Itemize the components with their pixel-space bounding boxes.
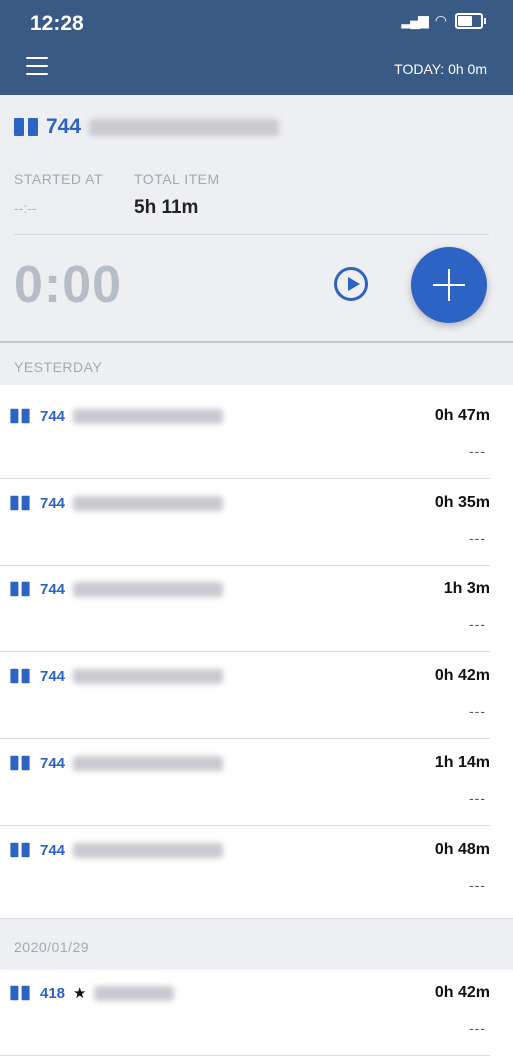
- entry-note: ---: [469, 703, 486, 719]
- book-icon: [10, 581, 30, 597]
- signal-icon: ▂▄▆: [401, 12, 428, 28]
- section-header: 2020/01/29: [0, 918, 513, 971]
- today-total: TODAY: 0h 0m: [394, 61, 487, 77]
- list-item[interactable]: 744 0h 48m ---: [0, 827, 513, 913]
- section-title: YESTERDAY: [14, 359, 103, 375]
- entry-duration: 0h 35m: [434, 494, 490, 511]
- entry-duration: 0h 47m: [434, 407, 490, 424]
- redacted-entry-name: [94, 985, 175, 1001]
- entry-number: 744: [40, 580, 66, 598]
- wifi-icon: ◠: [434, 12, 447, 28]
- play-icon[interactable]: [334, 267, 368, 301]
- timer-display: 0:00: [14, 256, 123, 314]
- started-at-label: STARTED AT: [14, 171, 104, 187]
- book-icon: [10, 668, 30, 684]
- star-icon: ★: [73, 985, 87, 1002]
- redacted-entry-name: [73, 408, 224, 424]
- total-item-label: TOTAL ITEM: [134, 171, 220, 187]
- status-time: 12:28: [30, 12, 84, 35]
- book-icon: [10, 408, 30, 424]
- entry-note: ---: [469, 443, 486, 459]
- book-icon: [10, 755, 30, 771]
- row-separator: [0, 825, 490, 826]
- entry-duration: 1h 3m: [443, 580, 490, 597]
- section-header: YESTERDAY: [0, 343, 513, 385]
- list-item[interactable]: 744 0h 42m ---: [0, 653, 513, 739]
- top-bar: 12:28 ▂▄▆ ◠ TODAY: 0h 0m: [0, 0, 513, 95]
- entry-number: 744: [40, 754, 66, 772]
- book-icon: [10, 495, 30, 511]
- divider: [14, 234, 489, 235]
- row-separator: [0, 478, 490, 479]
- entry-note: ---: [469, 530, 486, 546]
- entry-duration: 0h 42m: [434, 667, 490, 684]
- entry-number: 744: [40, 407, 66, 425]
- entry-note: ---: [469, 1020, 486, 1036]
- status-icons: ▂▄▆ ◠: [401, 12, 486, 29]
- redacted-entry-name: [73, 842, 224, 858]
- redacted-entry-name: [73, 495, 224, 511]
- hamburger-icon[interactable]: [26, 57, 48, 81]
- list-item[interactable]: 744 1h 3m ---: [0, 566, 513, 652]
- list-item[interactable]: 418 ★ 0h 42m ---: [0, 970, 513, 1056]
- row-separator: [0, 651, 490, 652]
- current-task-title[interactable]: 744: [14, 115, 280, 139]
- book-icon: [10, 985, 30, 1001]
- redacted-entry-name: [73, 581, 224, 597]
- entry-duration: 0h 48m: [434, 841, 490, 858]
- row-separator: [0, 1055, 490, 1056]
- entry-number: 418: [40, 984, 66, 1002]
- redacted-entry-name: [73, 755, 224, 771]
- entry-note: ---: [469, 790, 486, 806]
- list-item[interactable]: 744 0h 35m ---: [0, 480, 513, 566]
- entry-note: ---: [469, 877, 486, 893]
- started-at-value: --:--: [14, 200, 37, 216]
- redacted-entry-name: [73, 668, 224, 684]
- entry-number: 744: [40, 841, 66, 859]
- redacted-task-name: [89, 118, 280, 136]
- section-title: 2020/01/29: [14, 939, 90, 955]
- entry-note: ---: [469, 616, 486, 632]
- entry-number: 744: [40, 494, 66, 512]
- book-icon: [10, 842, 30, 858]
- entry-duration: 0h 42m: [434, 984, 490, 1001]
- current-task-number: 744: [46, 115, 82, 138]
- entry-duration: 1h 14m: [434, 754, 490, 771]
- row-separator: [0, 738, 490, 739]
- list-item[interactable]: 744 1h 14m ---: [0, 740, 513, 826]
- total-item-value: 5h 11m: [134, 197, 199, 218]
- battery-icon: [455, 12, 486, 29]
- add-button[interactable]: [411, 247, 487, 323]
- list-item[interactable]: 744 0h 47m ---: [0, 393, 513, 479]
- book-icon: [14, 118, 38, 136]
- entry-number: 744: [40, 667, 66, 685]
